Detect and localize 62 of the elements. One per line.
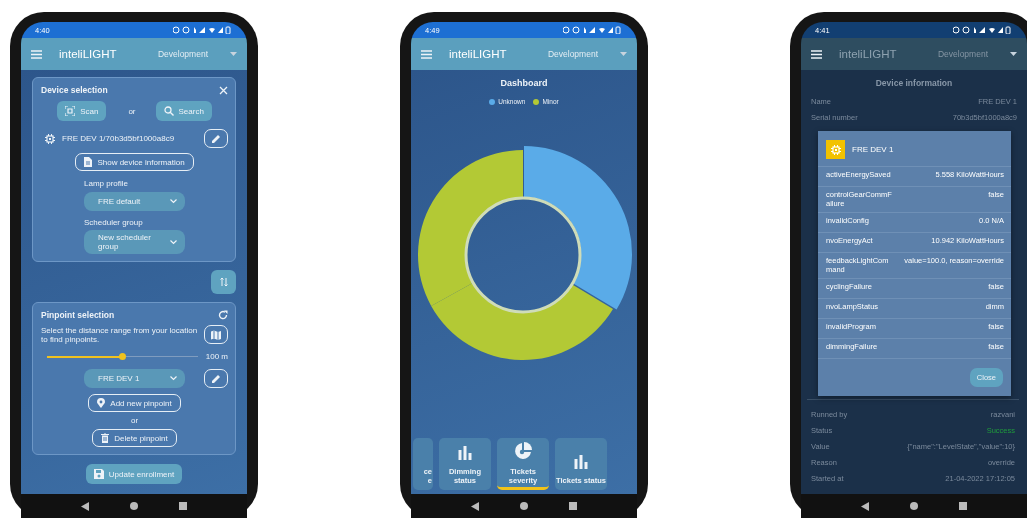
swap-button[interactable] <box>211 270 236 294</box>
app-title: inteliLIGHT <box>59 48 118 60</box>
delete-pinpoint-button[interactable]: Delete pinpoint <box>92 429 177 447</box>
caret-icon[interactable] <box>1010 52 1017 56</box>
pinpoint-dropdown[interactable]: FRE DEV 1 <box>84 369 185 388</box>
description-text: Select the distance range from your location to find pinpoints. <box>41 325 198 344</box>
bar-chart-icon <box>457 446 473 460</box>
dialog-title: FRE DEV 1 <box>852 145 894 154</box>
lamp-profile-dropdown[interactable]: FRE default <box>84 192 185 211</box>
back-icon[interactable] <box>471 501 480 511</box>
search-button[interactable]: Search <box>155 101 212 121</box>
back-icon[interactable] <box>81 501 90 511</box>
home-icon[interactable] <box>520 502 528 510</box>
screen-title: Device information <box>874 78 954 88</box>
bar-chart-icon <box>573 455 589 469</box>
recent-apps-icon[interactable] <box>568 502 577 510</box>
location-pin-icon <box>97 398 106 408</box>
home-icon[interactable] <box>910 502 918 510</box>
pie-chart-icon <box>514 442 532 460</box>
add-pinpoint-button[interactable]: Add new pinpoint <box>88 394 181 412</box>
document-icon <box>84 157 93 167</box>
environment-selector[interactable]: Development <box>547 49 598 59</box>
app-title: inteliLIGHT <box>839 48 898 60</box>
dashboard-title: Dashboard <box>499 78 549 88</box>
slider-thumb[interactable] <box>118 353 126 360</box>
back-icon[interactable] <box>861 501 870 511</box>
scheduler-group-dropdown[interactable]: New scheduler group <box>84 230 185 254</box>
device-id: FRE DEV 1/70b3d5bf1000a8c9 <box>62 134 176 143</box>
or-text: or <box>128 106 136 116</box>
scan-button[interactable]: Scan <box>57 101 107 121</box>
refresh-icon[interactable] <box>218 310 228 320</box>
distance-reading: 100 m <box>205 352 228 361</box>
home-icon[interactable] <box>130 502 138 510</box>
chevron-down-icon <box>170 239 177 245</box>
chip-icon <box>45 133 55 144</box>
map-icon <box>211 329 221 340</box>
show-device-information-button[interactable]: Show device information <box>75 153 194 171</box>
card-title: Device selection <box>41 85 108 95</box>
search-icon <box>163 106 174 116</box>
recent-apps-icon[interactable] <box>958 502 967 510</box>
chevron-down-icon <box>170 376 177 381</box>
field-label: Lamp profile <box>84 179 130 188</box>
recent-apps-icon[interactable] <box>178 502 187 510</box>
menu-icon[interactable] <box>811 49 822 59</box>
map-button[interactable] <box>204 325 228 344</box>
field-label: Scheduler group <box>84 218 144 227</box>
close-icon[interactable] <box>219 85 228 95</box>
pencil-icon <box>211 134 221 143</box>
scan-icon <box>65 106 76 116</box>
or-text: or <box>130 416 139 425</box>
card-title: Pinpoint selection <box>41 310 115 320</box>
update-enrollment-button[interactable]: Update enrollment <box>85 464 183 484</box>
edit-button[interactable] <box>204 129 228 148</box>
chip-icon <box>826 140 845 159</box>
pencil-icon <box>211 374 221 383</box>
app-title: inteliLIGHT <box>449 48 508 60</box>
environment-selector[interactable]: Development <box>937 49 988 59</box>
environment-selector[interactable]: Development <box>157 49 208 59</box>
edit-button[interactable] <box>204 369 228 388</box>
chevron-down-icon <box>170 199 177 204</box>
trash-icon <box>101 433 110 443</box>
swap-icon <box>219 277 228 287</box>
